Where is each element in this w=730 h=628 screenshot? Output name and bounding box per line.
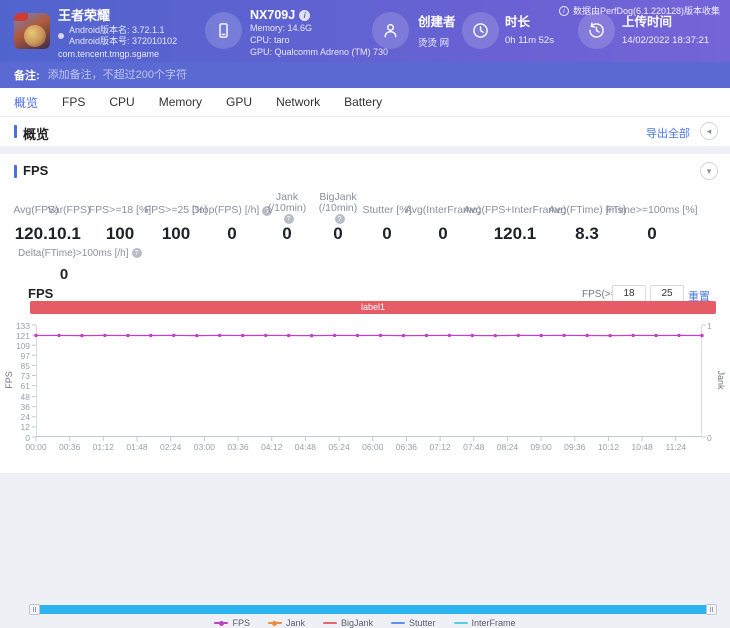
device-memory: Memory: 14.6G <box>250 23 313 33</box>
chart-plot[interactable] <box>32 324 706 441</box>
legend-item-stutter[interactable]: Stutter <box>391 618 436 628</box>
history-clock-icon <box>578 12 615 49</box>
app-icon <box>14 13 50 49</box>
stat-value: 0 <box>647 224 657 243</box>
axis-tick-label: 12 <box>20 422 30 433</box>
person-icon <box>372 12 409 49</box>
legend-label: InterFrame <box>471 618 516 628</box>
upload-time-value: 14/02/2022 18:37:21 <box>622 35 710 46</box>
grip-icon <box>710 607 713 612</box>
axis-tick-label: 109 <box>15 340 30 351</box>
duration-label: 时长 <box>505 15 531 29</box>
android-icon <box>58 33 64 39</box>
axis-tick-label: 1 <box>707 320 712 331</box>
info-icon: i <box>558 5 569 16</box>
section-accent-bar <box>14 125 17 138</box>
note-label: 备注: <box>14 70 40 82</box>
stat-jank: Jank (/10min)? 0 <box>258 192 316 244</box>
tab-gpu[interactable]: GPU <box>226 95 252 109</box>
app-version-name: Android版本名: 3.72.1.1 <box>69 25 165 35</box>
tab-battery[interactable]: Battery <box>344 95 382 109</box>
overview-title: 概览 <box>23 127 50 142</box>
legend-item-interframe[interactable]: InterFrame <box>453 618 516 628</box>
chart-legend: FPS Jank BigJank Stutter InterFrame <box>0 613 730 628</box>
note-input[interactable] <box>47 69 348 81</box>
axis-tick-label: 24 <box>20 412 30 423</box>
creator-value: 烫烫 网 <box>418 38 450 49</box>
overview-section-header: 概览 导出全部 ◂ <box>0 117 730 146</box>
axis-tick-label: 0 <box>25 432 30 443</box>
legend-marker-icon <box>267 620 282 626</box>
clock-icon <box>462 12 499 49</box>
app-version-code: Android版本号: 372010102 <box>69 36 178 46</box>
tab-fps[interactable]: FPS <box>62 95 85 109</box>
device-cpu: CPU: taro <box>250 35 290 45</box>
upload-time-label: 上传时间 <box>622 15 673 29</box>
duration-value: 0h 11m 52s <box>505 35 554 46</box>
legend-item-fps[interactable]: FPS <box>214 618 250 628</box>
report-header: 王者荣耀 Android版本名: 3.72.1.1 Android版本号: 37… <box>0 0 730 62</box>
threshold-high-input[interactable] <box>650 285 684 302</box>
y-axis-label-right: Jank <box>716 370 726 390</box>
axis-tick-label: 0 <box>707 432 712 443</box>
axis-tick-label: 61 <box>20 381 30 392</box>
device-model: NX709J <box>250 8 296 22</box>
axis-tick-label: 36 <box>20 402 30 413</box>
legend-marker-icon <box>322 622 337 624</box>
export-all-link[interactable]: 导出全部 <box>646 125 690 141</box>
axis-tick-label: 97 <box>20 350 30 361</box>
tab-network[interactable]: Network <box>276 95 320 109</box>
collector-info: i 数据由PerfDog(6.1.220128)版本收集 <box>558 4 720 17</box>
legend-label: BigJank <box>340 618 374 628</box>
chart-annotation-bar[interactable]: label1 <box>30 301 716 314</box>
collapse-left-button[interactable]: ◂ <box>700 122 718 140</box>
fps-section: FPS ▾ Avg(FPS) 120.1 Var(FPS) 0.1 FPS>=1… <box>0 154 730 628</box>
axis-tick-label: 121 <box>15 330 30 341</box>
axis-tick-label: 73 <box>20 371 30 382</box>
legend-label: Stutter <box>409 618 436 628</box>
threshold-low-input[interactable] <box>612 285 646 302</box>
creator-label: 创建者 <box>418 15 456 29</box>
note-bar: 备注: <box>0 62 730 88</box>
axis-tick-label: 85 <box>20 360 30 371</box>
legend-label: FPS <box>232 618 250 628</box>
legend-item-bigjank[interactable]: BigJank <box>322 618 374 628</box>
app-name: 王者荣耀 <box>58 8 111 23</box>
fps-chart-title: FPS <box>28 286 54 301</box>
info-icon[interactable]: i <box>299 10 311 22</box>
tab-memory[interactable]: Memory <box>159 95 202 109</box>
legend-item-jank[interactable]: Jank <box>267 618 305 628</box>
device-gpu: GPU: Qualcomm Adreno (TM) 730 <box>250 47 389 57</box>
grip-icon <box>33 607 36 612</box>
section-accent-bar <box>14 165 17 178</box>
fps-chart: FPS Jank 133 121 109 97 85 73 61 48 36 24 12 0 1 0 00:… <box>0 318 730 453</box>
app-package: com.tencent.tmgp.sgame <box>58 49 160 59</box>
axis-tick-label: 133 <box>15 320 30 331</box>
legend-marker-icon <box>453 622 468 624</box>
fps-section-title: FPS <box>23 163 49 178</box>
stat-ftime-ge-100ms: FTime>=100ms [%] 0 <box>597 192 707 244</box>
legend-marker-icon <box>391 622 406 624</box>
help-icon[interactable]: ? <box>283 214 294 224</box>
tab-overview[interactable]: 概览 <box>14 94 38 111</box>
legend-marker-icon <box>214 620 229 626</box>
help-icon[interactable]: ? <box>131 248 142 258</box>
collapse-down-button[interactable]: ▾ <box>700 162 718 180</box>
tab-bar: 概览 FPS CPU Memory GPU Network Battery <box>0 88 730 117</box>
axis-tick-label: 48 <box>20 392 30 403</box>
legend-label: Jank <box>285 618 305 628</box>
stat-value: 0 <box>282 224 292 243</box>
axis-tick-label: 11:24 <box>665 442 687 452</box>
stat-delta-ftime: Delta(FTime)>100ms [/h]? 0 <box>18 248 142 283</box>
stat-value: 0 <box>59 266 69 283</box>
tab-cpu[interactable]: CPU <box>109 95 134 109</box>
phone-icon <box>205 12 242 49</box>
